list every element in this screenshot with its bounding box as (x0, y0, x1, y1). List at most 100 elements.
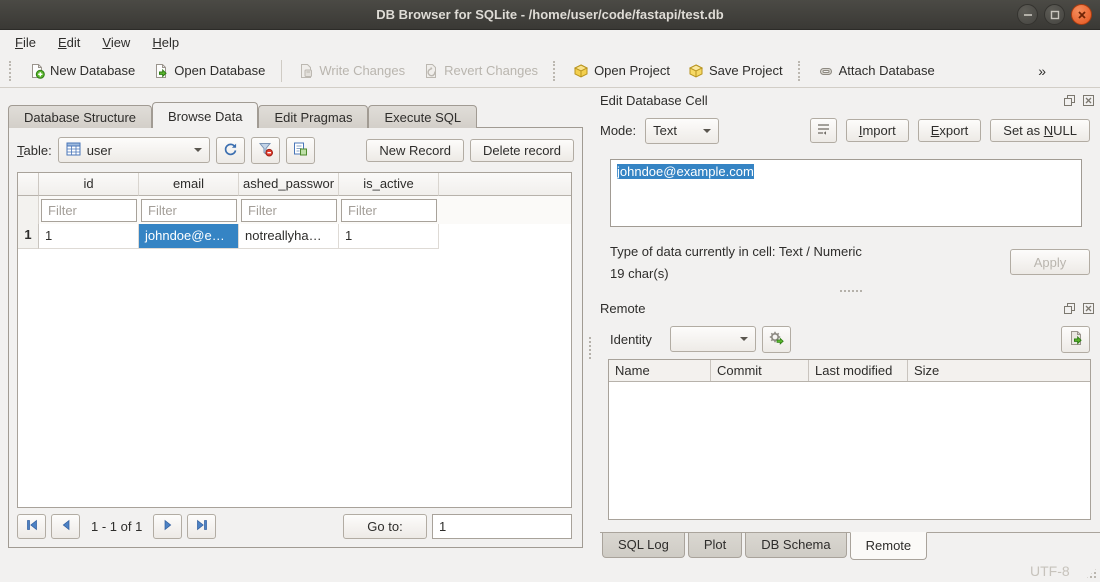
save-project-button[interactable]: Save Project (682, 59, 789, 83)
close-icon[interactable] (1071, 4, 1092, 25)
refresh-icon (222, 141, 239, 160)
table-row: 1 1 johndoe@e… notreallyha… 1 (18, 224, 571, 249)
horizontal-splitter-handle[interactable] (840, 290, 862, 293)
previous-record-button[interactable] (51, 514, 80, 539)
identity-select[interactable] (670, 326, 756, 352)
dock-close-icon[interactable] (1081, 93, 1096, 108)
column-header-hashed-password[interactable]: ashed_passwor (239, 173, 339, 196)
column-header-is-active[interactable]: is_active (339, 173, 439, 196)
manage-identities-button[interactable] (762, 326, 791, 353)
save-results-icon (292, 141, 309, 160)
tab-browse-data[interactable]: Browse Data (152, 102, 258, 128)
toolbar-overflow-button[interactable]: » (1032, 61, 1052, 81)
new-record-button[interactable]: New Record (366, 139, 464, 162)
tab-plot[interactable]: Plot (688, 533, 742, 558)
filter-input-is-active[interactable] (341, 199, 437, 222)
cell-hashed-password[interactable]: notreallyha… (239, 224, 339, 249)
save-results-button[interactable] (286, 137, 315, 164)
column-header-id[interactable]: id (39, 173, 139, 196)
remote-column-size[interactable]: Size (908, 360, 1090, 381)
open-project-icon (573, 63, 589, 79)
tab-sql-log[interactable]: SQL Log (602, 533, 685, 558)
grid-header-filler (439, 173, 571, 196)
grid-header: id email ashed_passwor is_active (18, 173, 571, 196)
export-button[interactable]: Export (918, 119, 982, 142)
attach-database-button[interactable]: Attach Database (812, 59, 941, 83)
menu-help[interactable]: Help (141, 32, 190, 53)
next-record-icon (162, 519, 174, 534)
delete-record-button[interactable]: Delete record (470, 139, 574, 162)
table-select[interactable]: user (58, 137, 210, 163)
remote-dock: Remote Identity Name Commit Last modifie… (600, 299, 1096, 532)
maximize-icon[interactable] (1044, 4, 1065, 25)
save-project-icon (688, 63, 704, 79)
first-record-button[interactable] (17, 514, 46, 539)
column-header-email[interactable]: email (139, 173, 239, 196)
main-tabbar: Database Structure Browse Data Edit Prag… (8, 102, 583, 128)
remote-column-name[interactable]: Name (609, 360, 711, 381)
toolbar-handle[interactable] (553, 61, 558, 81)
filter-input-email[interactable] (141, 199, 237, 222)
attach-database-icon (818, 63, 834, 79)
chevron-down-icon (740, 337, 748, 341)
toolbar-handle[interactable] (9, 61, 14, 81)
window-controls (1017, 4, 1092, 25)
clear-filters-button[interactable] (251, 137, 280, 164)
window-title: DB Browser for SQLite - /home/user/code/… (376, 7, 723, 22)
word-wrap-button[interactable] (810, 118, 837, 143)
cell-is-active[interactable]: 1 (339, 224, 439, 249)
revert-changes-icon (423, 63, 439, 79)
remote-column-last-modified[interactable]: Last modified (809, 360, 908, 381)
bottom-dock-tabbar: SQL Log Plot DB Schema Remote (600, 532, 1100, 560)
cell-char-count: 19 char(s) (610, 266, 669, 281)
cell-id[interactable]: 1 (39, 224, 139, 249)
tab-remote[interactable]: Remote (850, 532, 928, 560)
record-range-label: 1 - 1 of 1 (85, 519, 148, 534)
resize-grip[interactable] (1086, 568, 1097, 579)
tab-edit-pragmas[interactable]: Edit Pragmas (258, 105, 368, 128)
dock-close-icon[interactable] (1081, 301, 1096, 316)
goto-input[interactable] (432, 514, 572, 539)
menu-edit[interactable]: Edit (47, 32, 91, 53)
last-record-button[interactable] (187, 514, 216, 539)
clone-database-icon (1068, 330, 1084, 349)
menu-view[interactable]: View (91, 32, 141, 53)
new-database-button[interactable]: New Database (23, 59, 141, 83)
set-as-null-button[interactable]: Set as NULL (990, 119, 1090, 142)
refresh-button[interactable] (216, 137, 245, 164)
encoding-status: UTF-8 (1030, 563, 1070, 579)
new-database-icon (29, 63, 45, 79)
toolbar-handle[interactable] (798, 61, 803, 81)
cell-editor[interactable]: johndoe@example.com (610, 159, 1082, 227)
next-record-button[interactable] (153, 514, 182, 539)
goto-button[interactable]: Go to: (343, 514, 427, 539)
open-project-button[interactable]: Open Project (567, 59, 676, 83)
cell-email-selected[interactable]: johndoe@e… (139, 224, 239, 249)
last-record-icon (196, 519, 208, 534)
import-button[interactable]: Import (846, 119, 909, 142)
tab-execute-sql[interactable]: Execute SQL (368, 105, 477, 128)
dock-float-icon[interactable] (1062, 301, 1077, 316)
vertical-splitter-handle[interactable] (589, 337, 592, 359)
filter-input-id[interactable] (41, 199, 137, 222)
menubar: File Edit View Help (0, 30, 1100, 54)
row-number[interactable]: 1 (18, 224, 39, 249)
menu-file[interactable]: File (4, 32, 47, 53)
filter-input-hashed-password[interactable] (241, 199, 337, 222)
dock-float-icon[interactable] (1062, 93, 1077, 108)
open-database-button[interactable]: Open Database (147, 59, 271, 83)
apply-button: Apply (1010, 249, 1090, 275)
previous-record-icon (60, 519, 72, 534)
clone-database-button[interactable] (1061, 326, 1090, 353)
tab-database-structure[interactable]: Database Structure (8, 105, 152, 128)
chevron-down-icon (703, 129, 711, 133)
remote-files-table: Name Commit Last modified Size (608, 359, 1091, 520)
browse-data-panel: Table: user New Record Delete record (8, 127, 583, 548)
edit-cell-mode-row: Mode: Text Import Export Set as NULL (600, 117, 1090, 144)
revert-changes-button: Revert Changes (417, 59, 544, 83)
filter-row (18, 196, 571, 224)
mode-select[interactable]: Text (645, 118, 719, 144)
minimize-icon[interactable] (1017, 4, 1038, 25)
tab-db-schema[interactable]: DB Schema (745, 533, 846, 558)
remote-column-commit[interactable]: Commit (711, 360, 809, 381)
